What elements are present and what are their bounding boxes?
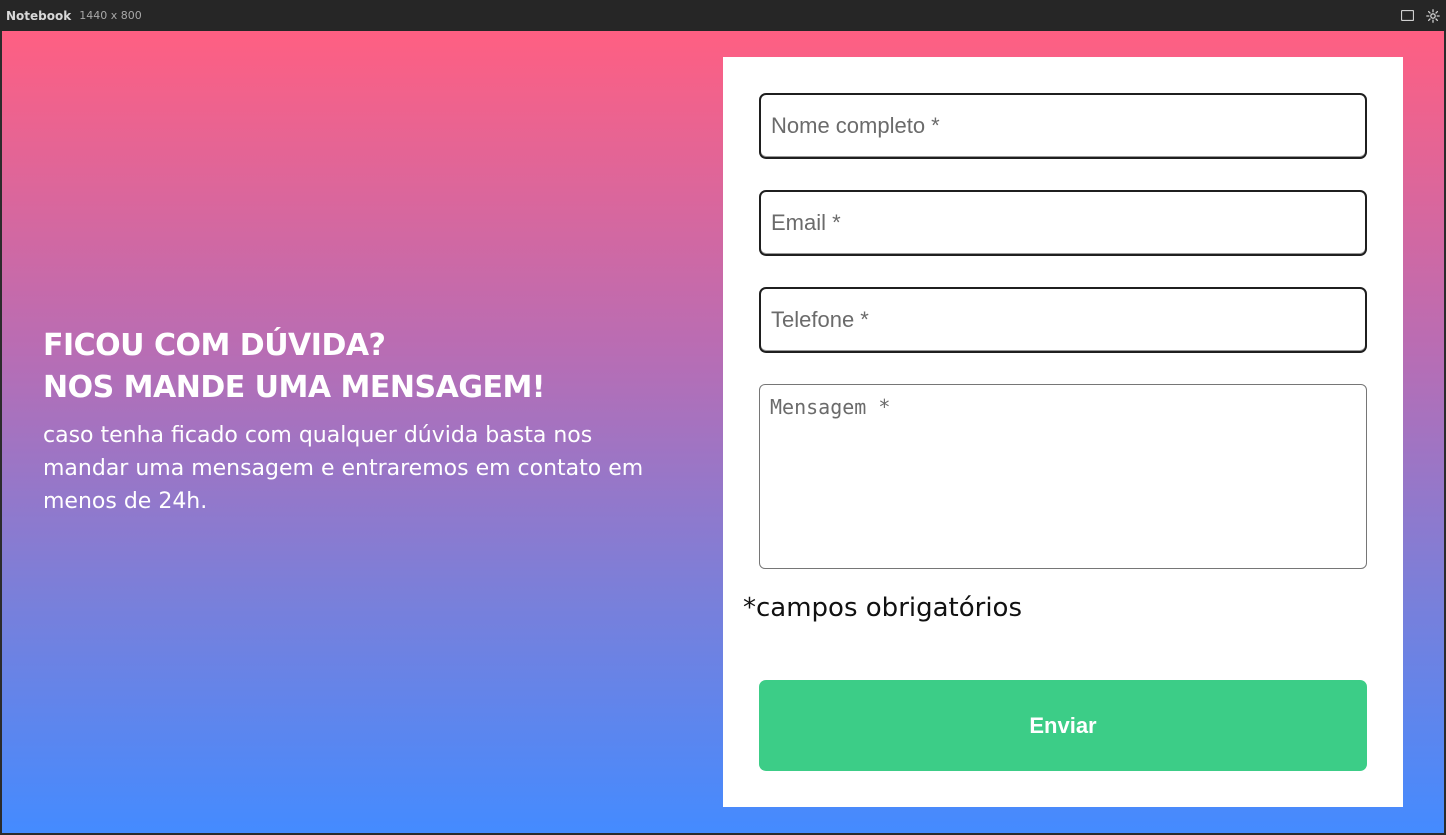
contact-intro: FICOU COM DÚVIDA? NOS MANDE UMA MENSAGEM…	[43, 325, 683, 518]
device-name: Notebook	[6, 8, 72, 23]
email-input[interactable]	[759, 190, 1367, 256]
message-textarea[interactable]	[759, 384, 1367, 569]
required-fields-note: *campos obrigatórios	[743, 593, 1023, 623]
submit-button[interactable]: Enviar	[759, 680, 1367, 771]
contact-heading: FICOU COM DÚVIDA? NOS MANDE UMA MENSAGEM…	[43, 325, 683, 409]
device-toolbar-icons	[1400, 8, 1440, 23]
phone-input[interactable]	[759, 287, 1367, 353]
page-viewport: FICOU COM DÚVIDA? NOS MANDE UMA MENSAGEM…	[2, 31, 1444, 833]
device-toolbar: Notebook 1440 x 800	[0, 0, 1446, 31]
heading-line-1: FICOU COM DÚVIDA?	[43, 328, 386, 363]
heading-line-2: NOS MANDE UMA MENSAGEM!	[43, 370, 546, 405]
device-dimensions: 1440 x 800	[79, 9, 142, 22]
contact-form: *campos obrigatórios Enviar	[723, 57, 1403, 807]
gear-icon[interactable]	[1426, 8, 1440, 23]
window-icon[interactable]	[1400, 9, 1414, 23]
name-input[interactable]	[759, 93, 1367, 159]
contact-description: caso tenha ficado com qualquer dúvida ba…	[43, 423, 644, 514]
